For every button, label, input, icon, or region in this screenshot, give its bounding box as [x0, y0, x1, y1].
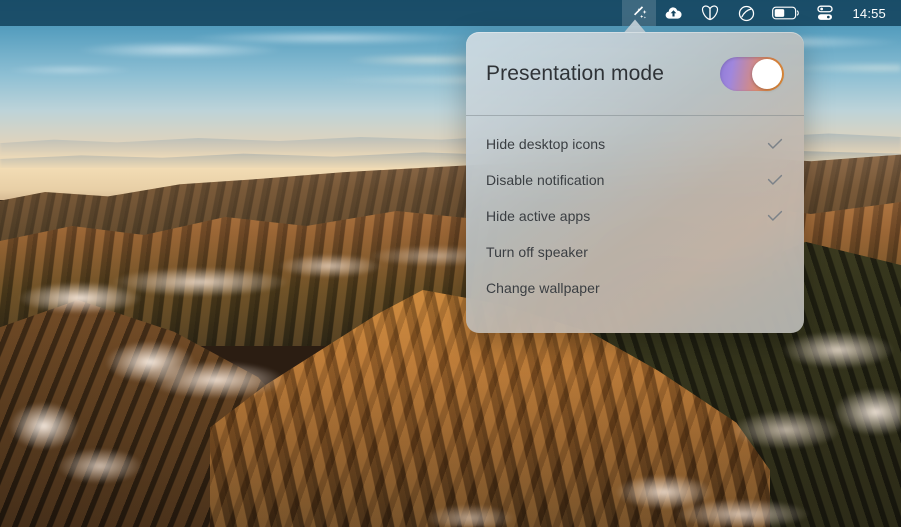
menubar-item-battery[interactable] [764, 0, 808, 26]
menubar-item-cloud-upload[interactable] [656, 0, 691, 26]
option-label-turn-off-speaker: Turn off speaker [486, 244, 588, 260]
menubar-item-butterfly[interactable] [691, 0, 729, 26]
presentation-mode-popover: Presentation mode Hide desktop icons Dis… [466, 32, 804, 333]
do-not-disturb-icon [737, 4, 756, 23]
list-item[interactable]: Disable notification [466, 162, 804, 198]
checkmark-icon [766, 171, 784, 189]
presentation-mode-toggle[interactable] [720, 56, 784, 91]
popover-options-list: Hide desktop icons Disable notification … [466, 116, 804, 306]
control-center-icon [816, 4, 834, 22]
popover-pointer [623, 19, 647, 33]
list-item[interactable]: Change wallpaper [466, 270, 804, 306]
menubar-item-do-not-disturb[interactable] [729, 0, 764, 26]
menubar-clock[interactable]: 14:55 [842, 6, 892, 21]
battery-icon [772, 6, 800, 20]
checkmark-icon [766, 135, 784, 153]
option-label-hide-active-apps: Hide active apps [486, 208, 591, 224]
butterfly-icon [699, 4, 721, 22]
list-item[interactable]: Turn off speaker [466, 234, 804, 270]
toggle-knob [752, 58, 782, 89]
option-label-hide-desktop-icons: Hide desktop icons [486, 136, 606, 152]
option-label-change-wallpaper: Change wallpaper [486, 280, 600, 296]
checkmark-icon [766, 207, 784, 225]
list-item[interactable]: Hide desktop icons [466, 126, 804, 162]
popover-title: Presentation mode [486, 61, 664, 85]
list-item[interactable]: Hide active apps [466, 198, 804, 234]
menu-bar: 14:55 [0, 0, 901, 26]
option-label-disable-notification: Disable notification [486, 172, 605, 188]
cloud-upload-icon [664, 4, 683, 23]
menubar-item-control-center[interactable] [808, 0, 842, 26]
desktop-screen: 14:55 Presentation mode Hide desktop ico… [0, 0, 901, 527]
popover-header: Presentation mode [466, 32, 804, 116]
